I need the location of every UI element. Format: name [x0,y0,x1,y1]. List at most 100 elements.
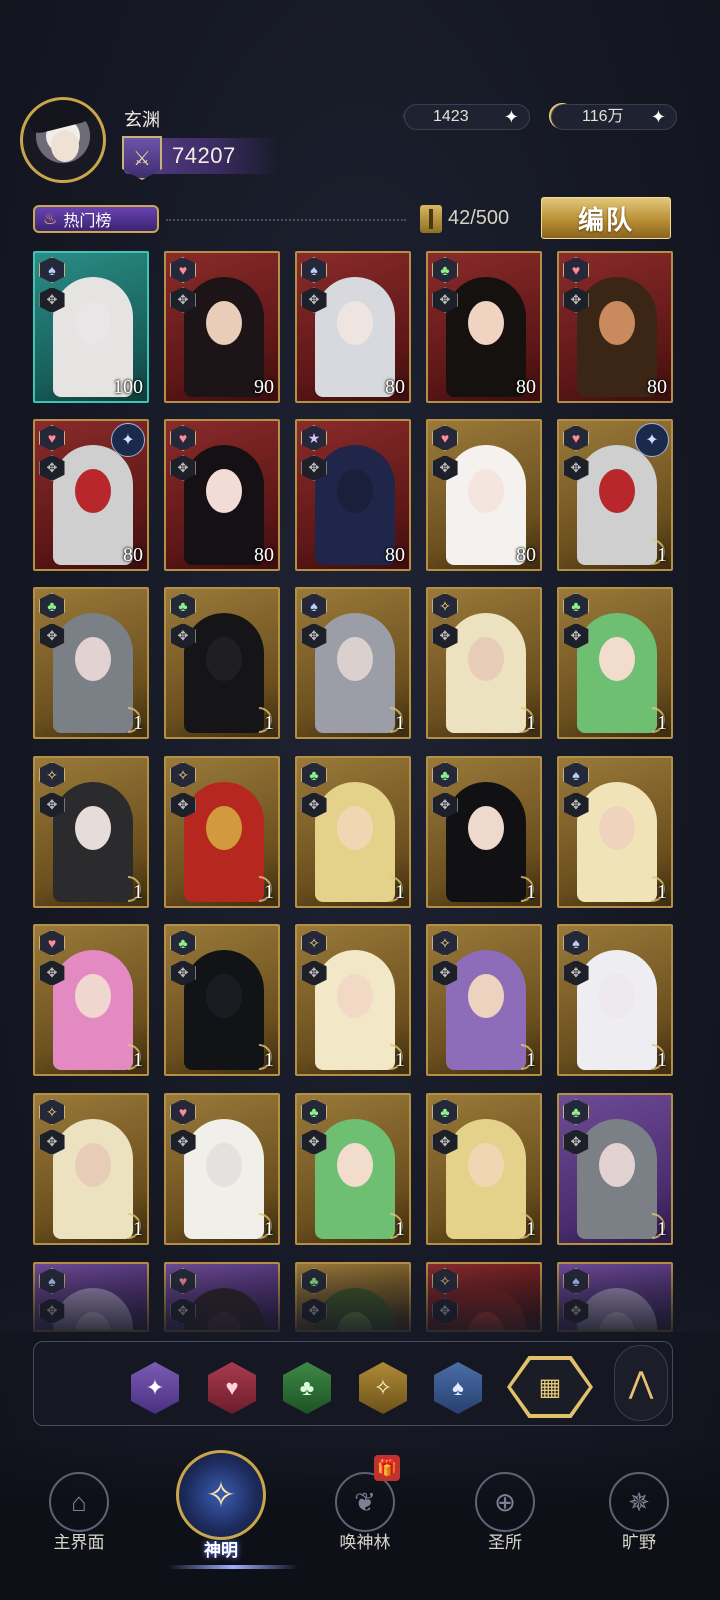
hero-level: 1 [526,881,536,903]
collapse-filter-button[interactable]: ⋀ [614,1345,668,1421]
home-icon: ⌂ [49,1472,109,1532]
gold-element-icon: ✧ [170,762,196,788]
hero-face [337,469,373,513]
hero-card[interactable]: ✧ ✥ 1 [295,924,411,1076]
club-element-icon: ♣ [432,1099,458,1125]
grid-fade [0,1262,720,1332]
hero-level: 1 [264,1218,274,1240]
hero-face [337,974,373,1018]
hero-card[interactable]: ♣ ✥ 1 [557,587,673,739]
hero-face [337,301,373,345]
tree-icon: ❦ [335,1472,395,1532]
hero-card[interactable]: ♠ ✥ 80 [295,251,411,403]
hero-card[interactable]: ✧ ✥ 1 [164,756,280,908]
hero-face [206,637,242,681]
club-element-icon: ♣ [39,593,65,619]
spade-element-icon: ♠ [563,930,589,956]
hero-level: 1 [133,712,143,734]
gold-element-icon: ✧ [39,1099,65,1125]
hero-face [206,1143,242,1187]
gift-icon: 🎁 [374,1455,400,1481]
hero-card[interactable]: ✧ ✥ 1 [426,587,542,739]
hero-card[interactable]: ♠ ✥ 100 [33,251,149,403]
hero-level: 1 [395,1218,405,1240]
hero-card[interactable]: ♣ ✥ 1 [295,756,411,908]
heart-element-icon: ♥ [39,425,65,451]
hero-face [75,469,111,513]
hero-card[interactable]: ♣ ✥ 1 [295,1093,411,1245]
hero-level: 1 [395,881,405,903]
hero-card[interactable]: ♣ ✥ 1 [164,587,280,739]
hero-level: 1 [264,1049,274,1071]
nav-sanctuary-label: 圣所 [488,1533,522,1552]
nav-sanctuary[interactable]: ⊕ 圣所 [450,1462,560,1572]
compass-icon: ✵ [609,1472,669,1532]
hero-face [599,806,635,850]
hero-card[interactable]: ♠ ✥ 1 [557,924,673,1076]
hero-face [75,301,111,345]
hero-face [599,469,635,513]
club-element-icon: ♣ [432,762,458,788]
hero-level: 1 [657,712,667,734]
heart-element-icon: ♥ [563,425,589,451]
hero-level: 1 [395,1049,405,1071]
hero-face [599,637,635,681]
nav-gods[interactable]: ✧ 神明 [166,1450,276,1572]
nav-summon-forest[interactable]: ❦ 唤神林 [310,1462,420,1572]
heart-element-icon: ♥ [563,257,589,283]
star-element-icon: ★ [301,425,327,451]
hero-face [75,974,111,1018]
hero-card[interactable]: ♥ ✥ 90 [164,251,280,403]
hero-card[interactable]: ★ ✥ 80 [295,419,411,571]
gold-element-icon: ✧ [301,930,327,956]
hero-card[interactable]: ♥ ✥ ✦ 1 [557,419,673,571]
club-element-icon: ♣ [170,593,196,619]
hero-card[interactable]: ♥ ✥ 1 [33,924,149,1076]
spade-element-icon: ♠ [301,593,327,619]
hero-face [468,469,504,513]
hero-card[interactable]: ♥ ✥ 80 [426,419,542,571]
hero-card[interactable]: ♣ ✥ 1 [33,587,149,739]
heart-element-icon: ♥ [170,1099,196,1125]
hero-level: 1 [526,1218,536,1240]
hero-level: 1 [657,881,667,903]
hero-level: 80 [385,376,405,398]
hero-card[interactable]: ✧ ✥ 1 [33,756,149,908]
hero-level: 80 [254,544,274,566]
hero-card[interactable]: ✧ ✥ 1 [426,924,542,1076]
hero-face [599,974,635,1018]
hero-card[interactable]: ✧ ✥ 1 [33,1093,149,1245]
hero-card[interactable]: ♣ ✥ 80 [426,251,542,403]
hero-face [468,301,504,345]
hero-face [337,637,373,681]
hero-card[interactable]: ♣ ✥ 1 [426,1093,542,1245]
heart-element-icon: ♥ [432,425,458,451]
club-element-icon: ♣ [170,930,196,956]
spade-element-icon: ♠ [39,257,65,283]
hero-card[interactable]: ♣ ✥ 1 [164,924,280,1076]
hero-card[interactable]: ♥ ✥ 80 [164,419,280,571]
hero-level: 100 [113,376,143,398]
hero-face [468,637,504,681]
hero-card[interactable]: ♥ ✥ 80 [557,251,673,403]
hero-card[interactable]: ♣ ✥ 1 [557,1093,673,1245]
hero-level: 80 [647,376,667,398]
hero-card[interactable]: ♣ ✥ 1 [426,756,542,908]
hero-face [337,1143,373,1187]
hero-level: 1 [657,1218,667,1240]
hero-face [599,301,635,345]
hero-face [75,806,111,850]
hero-face [206,974,242,1018]
hero-face [206,301,242,345]
hero-card[interactable]: ♠ ✥ 1 [557,756,673,908]
hero-card[interactable]: ♥ ✥ 1 [164,1093,280,1245]
hero-face [468,974,504,1018]
nav-wilderness-label: 旷野 [622,1533,656,1552]
hero-face [206,469,242,513]
hero-level: 80 [516,376,536,398]
hero-card[interactable]: ♠ ✥ 1 [295,587,411,739]
hero-card[interactable]: ♥ ✥ ✦ 80 [33,419,149,571]
nav-wilderness[interactable]: ✵ 旷野 [584,1462,694,1572]
nav-main[interactable]: ⌂ 主界面 [24,1462,134,1572]
hero-level: 1 [133,881,143,903]
